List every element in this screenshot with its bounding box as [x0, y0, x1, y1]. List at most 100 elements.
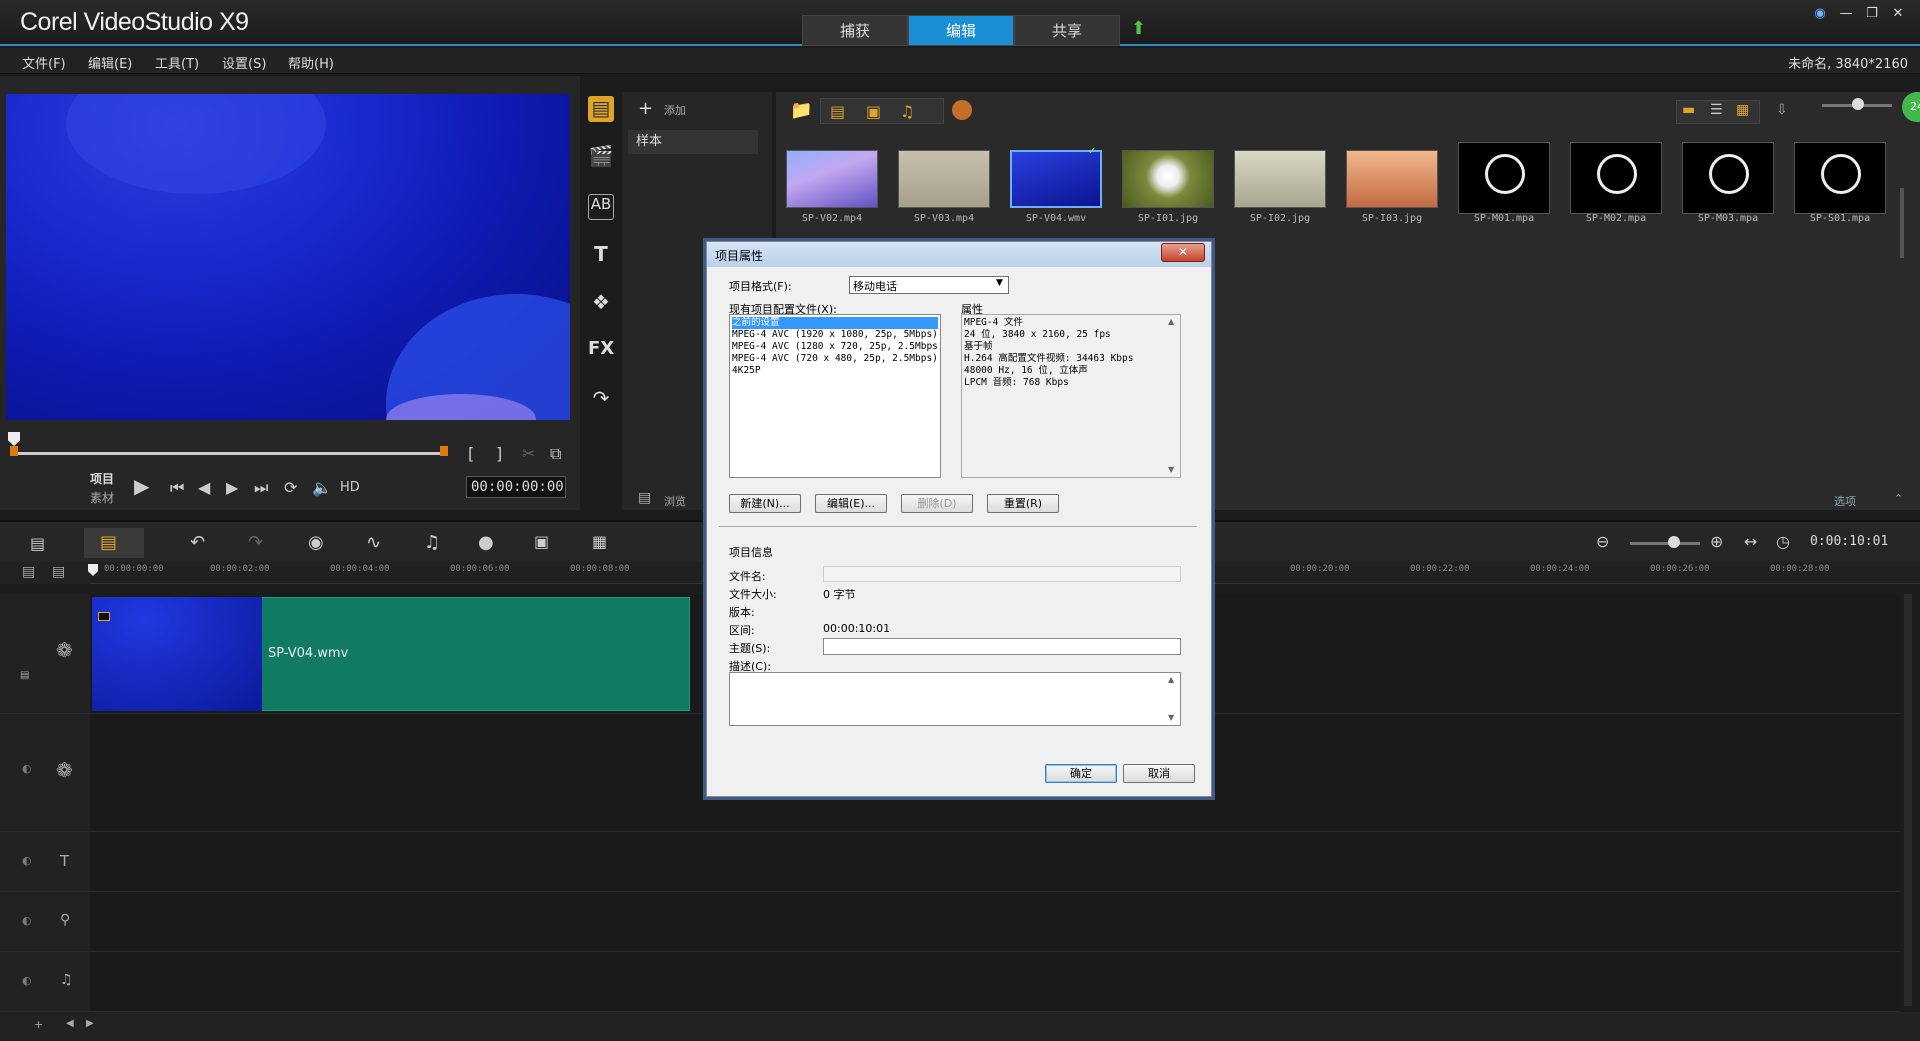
menu-tools[interactable]: 工具(T) — [155, 53, 199, 72]
library-item[interactable] — [1682, 142, 1774, 214]
browse-icon[interactable]: ▤ — [638, 490, 651, 506]
menu-edit[interactable]: 编辑(E) — [88, 53, 132, 72]
notification-badge[interactable]: 24 — [1902, 92, 1920, 122]
library-item[interactable] — [1010, 150, 1102, 208]
library-item[interactable] — [1570, 142, 1662, 214]
subtitle-editor-icon[interactable]: ▣ — [534, 532, 549, 551]
profile-item[interactable]: 4K25P — [732, 365, 938, 377]
lock-icon[interactable]: ◐ — [22, 974, 32, 987]
title-icon[interactable]: T — [588, 242, 614, 268]
add-folder-label[interactable]: 添加 — [664, 102, 686, 118]
library-item[interactable] — [898, 150, 990, 208]
view-list-icon[interactable]: ☰ — [1710, 102, 1723, 118]
play-icon[interactable]: ▶ — [134, 474, 149, 498]
subject-input[interactable] — [823, 638, 1181, 655]
new-profile-button[interactable]: 新建(N)... — [729, 494, 801, 513]
timeline-vertical-scrollbar[interactable] — [1904, 594, 1912, 1006]
multi-camera-icon[interactable]: ▦ — [592, 532, 607, 551]
zoom-out-icon[interactable]: ⊖ — [1596, 532, 1609, 551]
zoom-slider[interactable] — [1630, 542, 1700, 545]
mode-clip[interactable]: 素材 — [90, 489, 114, 506]
film-reel-icon[interactable]: ❁ — [56, 758, 73, 782]
profiles-list[interactable]: 之前的设置 MPEG-4 AVC (1920 x 1080, 25p, 5Mbp… — [729, 314, 941, 478]
menu-settings[interactable]: 设置(S) — [222, 53, 266, 72]
library-scrollbar[interactable] — [1900, 188, 1904, 258]
scroll-up-icon[interactable]: ▲ — [1168, 675, 1174, 684]
sound-mixer-icon[interactable]: ∿ — [366, 532, 381, 553]
home-icon[interactable]: ⏮ — [170, 478, 184, 498]
add-track-icon[interactable]: + — [34, 1018, 43, 1031]
dialog-close-button[interactable]: ✕ — [1161, 243, 1205, 262]
close-icon[interactable]: ✕ — [1888, 6, 1908, 21]
add-folder-icon[interactable]: + — [638, 98, 653, 119]
timeline-view-icon[interactable]: ▤ — [100, 532, 117, 553]
scissors-icon[interactable]: ✂ — [522, 444, 535, 463]
profile-item-selected[interactable]: 之前的设置 — [732, 317, 938, 329]
view-thumbnail-icon[interactable]: ▬ — [1682, 102, 1695, 118]
music-note-icon[interactable]: ♫ — [60, 972, 73, 988]
options-label[interactable]: 选项 — [1834, 493, 1856, 509]
tab-edit[interactable]: 编辑 — [908, 15, 1014, 46]
profile-item[interactable]: MPEG-4 AVC (1280 x 720, 25p, 2.5Mbps) — [732, 341, 938, 353]
chapter-icon[interactable]: ▤ — [52, 564, 65, 580]
library-item[interactable] — [1234, 150, 1326, 208]
folder-sample[interactable]: 样本 — [628, 130, 758, 154]
transition-icon[interactable]: AB — [588, 194, 614, 220]
next-frame-icon[interactable]: ▶ — [226, 478, 238, 497]
upload-icon[interactable]: ⬆ — [1131, 20, 1147, 38]
ripple-icon[interactable]: ▤ — [20, 670, 29, 681]
lock-icon[interactable]: ◐ — [22, 762, 32, 775]
motion-tracking-icon[interactable]: ● — [478, 532, 494, 553]
thumbnail-size-handle[interactable] — [1852, 98, 1864, 110]
smart-proxy-icon[interactable] — [952, 100, 972, 120]
reset-profile-button[interactable]: 重置(R) — [987, 494, 1059, 513]
enlarge-icon[interactable]: ⧉ — [550, 444, 561, 464]
format-select[interactable]: 移动电话 ▼ — [849, 276, 1009, 294]
zoom-handle[interactable] — [1668, 536, 1680, 548]
microphone-icon[interactable]: ⚲ — [60, 912, 70, 928]
path-icon[interactable]: ↷ — [588, 386, 614, 412]
fx-icon[interactable]: FX — [588, 338, 614, 364]
trim-end-marker[interactable] — [440, 446, 448, 456]
tab-capture[interactable]: 捕获 — [802, 15, 908, 46]
voice-track[interactable] — [90, 892, 1900, 952]
storyboard-view-icon[interactable]: ▤ — [30, 534, 45, 553]
volume-icon[interactable]: 🔈 — [312, 478, 332, 497]
menu-help[interactable]: 帮助(H) — [288, 53, 334, 72]
fit-project-icon[interactable]: ↔ — [1744, 532, 1757, 551]
show-photo-icon[interactable]: ▣ — [866, 102, 881, 121]
options-chevron-icon[interactable]: ⌃ — [1894, 492, 1903, 505]
record-capture-icon[interactable]: ◉ — [308, 532, 324, 553]
timecode-field[interactable]: 00:00:00:00 — [466, 476, 566, 498]
tab-share[interactable]: 共享 — [1014, 15, 1120, 46]
cancel-button[interactable]: 取消 — [1123, 764, 1195, 783]
trim-start-marker[interactable] — [10, 446, 18, 456]
hd-toggle[interactable]: HD — [340, 480, 360, 495]
scroll-down-icon[interactable]: ▼ — [1168, 713, 1174, 722]
restore-icon[interactable]: ❐ — [1862, 6, 1882, 21]
ok-button[interactable]: 确定 — [1045, 764, 1117, 783]
scroll-left-icon[interactable]: ◀ — [66, 1018, 74, 1029]
library-item[interactable] — [1794, 142, 1886, 214]
library-item[interactable] — [1346, 150, 1438, 208]
mark-out-icon[interactable]: ] — [496, 444, 502, 463]
dialog-titlebar[interactable]: 项目属性 ✕ — [707, 242, 1211, 267]
profile-item[interactable]: MPEG-4 AVC (1920 x 1080, 25p, 5Mbps) — [732, 329, 938, 341]
graphics-icon[interactable]: ❖ — [588, 290, 614, 316]
sort-icon[interactable]: ⇩ — [1776, 102, 1788, 118]
undo-icon[interactable]: ↶ — [190, 532, 205, 553]
library-item[interactable] — [786, 150, 878, 208]
lock-icon[interactable]: ◐ — [22, 854, 32, 867]
auto-music-icon[interactable]: ♫ — [424, 532, 440, 553]
scrubber-bar[interactable] — [14, 452, 444, 455]
music-track[interactable] — [90, 952, 1900, 1012]
menu-file[interactable]: 文件(F) — [22, 53, 66, 72]
import-folder-icon[interactable]: 📁 — [790, 100, 812, 121]
browse-label[interactable]: 浏览 — [664, 493, 686, 509]
title-track[interactable] — [90, 832, 1900, 892]
delete-profile-button[interactable]: 删除(D) — [901, 494, 973, 513]
mode-project[interactable]: 项目 — [90, 470, 114, 487]
show-video-icon[interactable]: ▤ — [830, 102, 845, 121]
view-grid-icon[interactable]: ▦ — [1736, 102, 1749, 118]
media-icon[interactable]: ▤ — [588, 96, 614, 122]
